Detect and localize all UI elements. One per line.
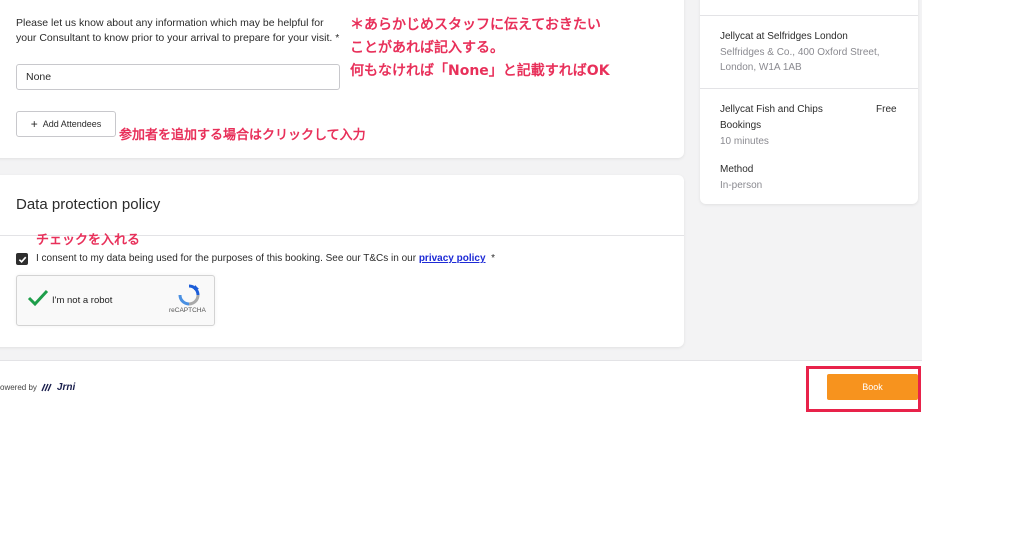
location-address-line2: London, W1A 1AB — [720, 62, 802, 73]
service-price: Free — [876, 104, 897, 115]
location-name: Jellycat at Selfridges London — [720, 31, 848, 42]
annotation-line-3: 何もなければ「None」と記載すればOK — [350, 63, 610, 79]
annotation-additional-info: ＊あらかじめスタッフに伝えておきたい ことがあれば記入する。 何もなければ「No… — [350, 14, 610, 83]
divider — [700, 15, 918, 16]
footer-divider — [0, 360, 922, 361]
book-button-highlight — [806, 366, 921, 412]
powered-by: owered by Jrni — [0, 382, 75, 393]
powered-by-label: owered by — [0, 383, 37, 392]
additional-info-help-text: Please let us know about any information… — [16, 17, 340, 44]
service-name-line2: Bookings — [720, 120, 762, 131]
plus-icon: + — [30, 117, 38, 131]
annotation-add-attendee: 参加者を追加する場合はクリックして入力 — [119, 128, 366, 143]
recaptcha-logo-icon — [178, 284, 200, 306]
privacy-policy-link[interactable]: privacy policy — [419, 253, 486, 264]
annotation-line-2: ことがあれば記入する。 — [350, 40, 504, 56]
annotation-checkbox: チェックを入れる — [36, 233, 141, 248]
consent-text: I consent to my data being used for the … — [36, 253, 495, 264]
location-address-line1: Selfridges & Co., 400 Oxford Street, — [720, 47, 880, 58]
jrni-logo-icon — [41, 383, 52, 392]
required-mark: * — [491, 253, 495, 264]
recaptcha-widget[interactable]: I'm not a robot reCAPTCHA — [16, 275, 215, 326]
captcha-label: I'm not a robot — [52, 295, 113, 306]
divider — [700, 88, 918, 89]
add-attendees-button[interactable]: + Add Attendees — [16, 111, 116, 137]
consent-label: I consent to my data being used for the … — [36, 253, 419, 264]
service-name-line1: Jellycat Fish and Chips — [720, 104, 823, 115]
data-protection-title: Data protection policy — [16, 196, 161, 213]
add-attendees-label: Add Attendees — [42, 119, 102, 129]
jrni-logo-text: Jrni — [56, 382, 76, 393]
method-value: In-person — [720, 180, 763, 191]
method-label: Method — [720, 164, 754, 175]
captcha-brand: reCAPTCHA — [169, 307, 206, 314]
checkmark-icon — [18, 256, 26, 263]
captcha-checkmark-icon — [27, 289, 49, 307]
additional-info-input[interactable] — [16, 64, 340, 90]
service-duration: 10 minutes — [720, 136, 769, 147]
consent-checkbox[interactable] — [16, 253, 28, 265]
annotation-line-1: ＊あらかじめスタッフに伝えておきたい — [350, 17, 601, 33]
